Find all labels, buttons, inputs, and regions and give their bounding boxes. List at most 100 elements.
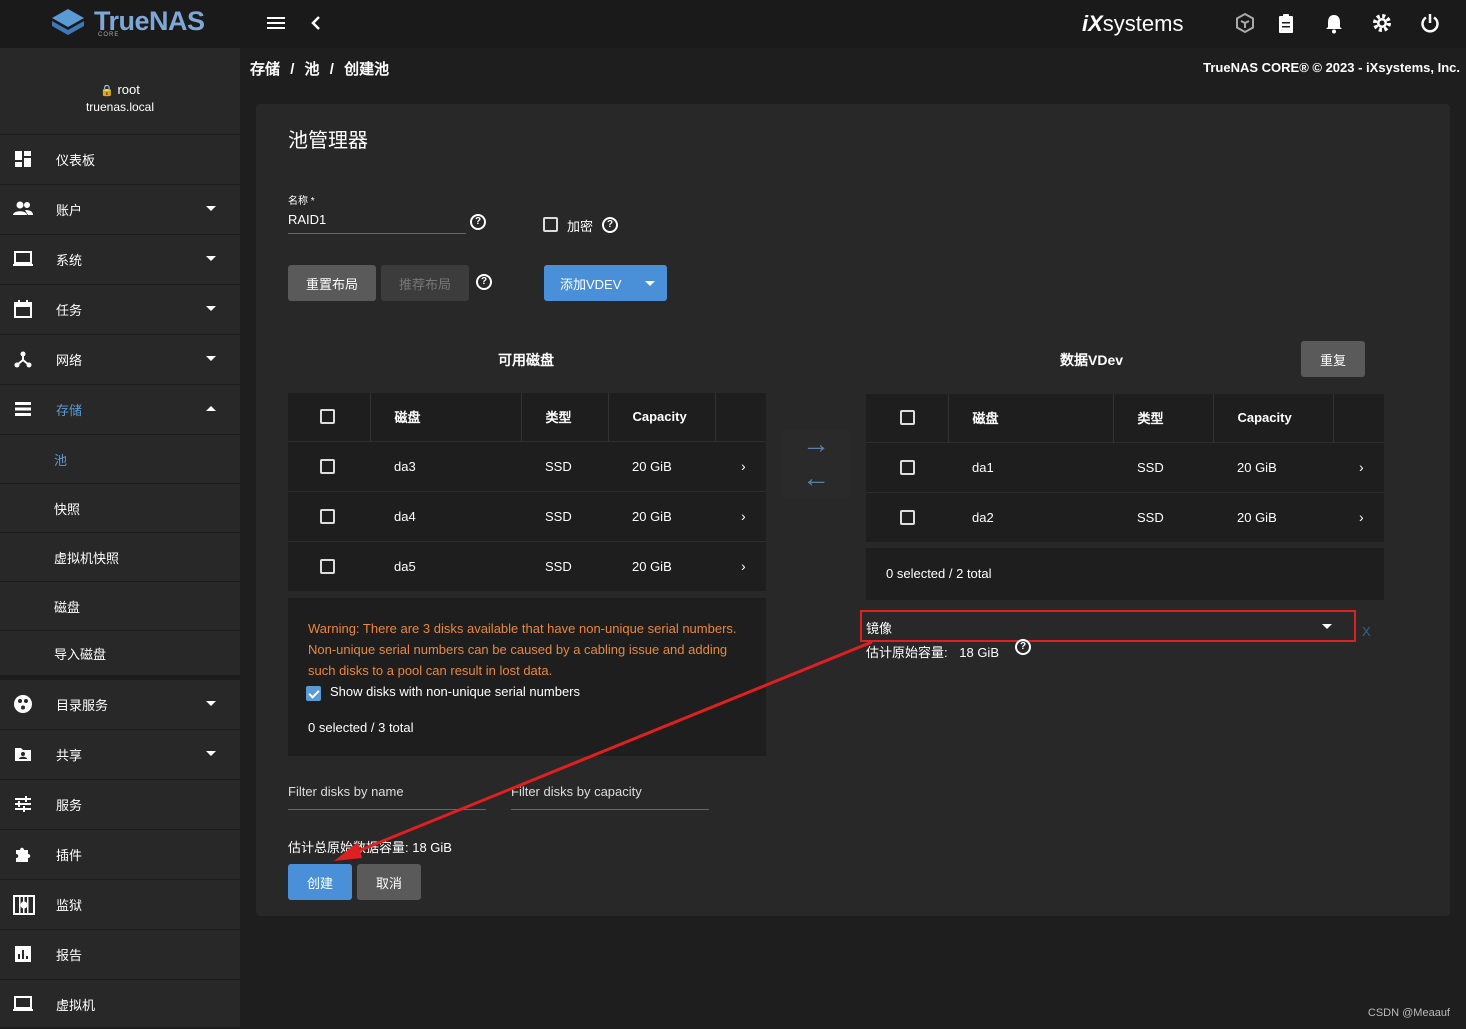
copyright: TrueNAS CORE® © 2023 - iXsystems, Inc. — [1203, 60, 1460, 75]
sidebar-subitem-pools[interactable]: 池 — [0, 434, 240, 483]
column-header-capacity[interactable]: Capacity — [1213, 394, 1333, 442]
chevron-right-icon[interactable]: › — [1359, 509, 1364, 525]
row-checkbox[interactable] — [320, 559, 335, 574]
chevron-right-icon[interactable]: › — [1359, 459, 1364, 475]
storage-icon — [12, 399, 34, 421]
row-checkbox[interactable] — [320, 509, 335, 524]
help-icon[interactable]: ? — [476, 274, 492, 290]
sidebar-item-network[interactable]: 网络 — [0, 334, 240, 384]
chart-icon — [12, 944, 34, 966]
sidebar-subitem-import-disk[interactable]: 导入磁盘 — [0, 630, 240, 679]
vdev-type-select[interactable]: 镜像 — [860, 610, 1356, 642]
add-vdev-button[interactable]: 添加VDEV — [544, 265, 667, 301]
bell-icon[interactable] — [1322, 12, 1346, 36]
row-checkbox[interactable] — [900, 460, 915, 475]
table-row[interactable]: da5 SSD 20 GiB › — [288, 541, 766, 591]
truecommand-icon[interactable] — [1233, 12, 1257, 36]
suggest-layout-button[interactable]: 推荐布局 — [381, 265, 469, 301]
transfer-controls: → ← — [782, 430, 850, 498]
chevron-down-icon — [206, 751, 216, 756]
disk-type: SSD — [1113, 492, 1213, 542]
table-row[interactable]: da1 SSD 20 GiB › — [866, 442, 1384, 492]
filter-by-name-input[interactable]: Filter disks by name — [288, 784, 486, 810]
arrow-right-icon[interactable]: → — [802, 428, 830, 460]
jail-icon — [12, 894, 34, 916]
sidebar-item-label: 存储 — [56, 400, 82, 419]
sidebar-item-label: 报告 — [56, 945, 82, 964]
sidebar-item-system[interactable]: 系统 — [0, 234, 240, 284]
gear-icon[interactable] — [1370, 12, 1394, 36]
disk-type: SSD — [521, 441, 608, 491]
sidebar-item-sharing[interactable]: 共享 — [0, 729, 240, 779]
help-icon[interactable]: ? — [1015, 639, 1031, 655]
help-icon[interactable]: ? — [602, 217, 618, 233]
breadcrumb-pools[interactable]: 池 — [305, 61, 320, 78]
help-icon[interactable]: ? — [470, 214, 486, 230]
sidebar-item-jails[interactable]: 监狱 — [0, 879, 240, 929]
chevron-right-icon[interactable]: › — [741, 458, 746, 474]
chevron-right-icon[interactable]: › — [741, 558, 746, 574]
network-icon — [12, 349, 34, 371]
breadcrumb-separator: / — [330, 61, 334, 78]
pool-name-input[interactable]: RAID1 — [288, 208, 466, 234]
select-all-checkbox[interactable] — [900, 410, 915, 425]
disk-capacity: 20 GiB — [608, 541, 715, 591]
sidebar-item-vms[interactable]: 虚拟机 — [0, 979, 240, 1029]
user-name: root — [117, 82, 139, 97]
repeat-button[interactable]: 重复 — [1301, 341, 1365, 377]
table-row[interactable]: da3 SSD 20 GiB › — [288, 441, 766, 491]
sidebar-item-reporting[interactable]: 报告 — [0, 929, 240, 979]
sidebar-subitem-snapshots[interactable]: 快照 — [0, 483, 240, 532]
disk-type: SSD — [521, 541, 608, 591]
disk-name: da1 — [948, 442, 1113, 492]
select-all-checkbox[interactable] — [320, 409, 335, 424]
show-nonunique-label: Show disks with non-unique serial number… — [330, 684, 580, 699]
remove-vdev-button[interactable]: X — [1362, 624, 1371, 639]
sidebar-item-dashboard[interactable]: 仪表板 — [0, 134, 240, 184]
column-header-disk[interactable]: 磁盘 — [948, 394, 1113, 442]
column-header-type[interactable]: 类型 — [521, 393, 608, 441]
encryption-checkbox[interactable] — [543, 217, 558, 232]
breadcrumb-create-pool: 创建池 — [344, 61, 389, 78]
sidebar-item-plugins[interactable]: 插件 — [0, 829, 240, 879]
row-checkbox[interactable] — [320, 459, 335, 474]
create-button[interactable]: 创建 — [288, 864, 352, 900]
sidebar-item-tasks[interactable]: 任务 — [0, 284, 240, 334]
column-header-disk[interactable]: 磁盘 — [370, 393, 521, 441]
puzzle-icon — [12, 844, 34, 866]
power-icon[interactable] — [1418, 12, 1442, 36]
name-label: 名称 * — [288, 192, 315, 207]
cancel-button[interactable]: 取消 — [357, 864, 421, 900]
table-row[interactable]: da4 SSD 20 GiB › — [288, 491, 766, 541]
disk-capacity: 20 GiB — [1213, 492, 1333, 542]
sidebar-item-services[interactable]: 服务 — [0, 779, 240, 829]
chevron-down-icon — [206, 306, 216, 311]
disk-name: da4 — [370, 491, 521, 541]
menu-icon[interactable] — [264, 12, 288, 36]
chevron-left-icon[interactable] — [304, 12, 328, 36]
truenas-logo[interactable]: TrueNAS — [48, 6, 205, 37]
breadcrumb-storage[interactable]: 存储 — [250, 61, 280, 78]
reset-layout-button[interactable]: 重置布局 — [288, 265, 376, 301]
column-header-capacity[interactable]: Capacity — [608, 393, 715, 441]
sidebar-subitem-vm-snapshots[interactable]: 虚拟机快照 — [0, 532, 240, 581]
arrow-left-icon[interactable]: ← — [802, 462, 830, 494]
disk-capacity: 20 GiB — [608, 491, 715, 541]
sidebar-item-directory-services[interactable]: 目录服务 — [0, 679, 240, 729]
sidebar-item-label: 网络 — [56, 350, 82, 369]
chevron-right-icon[interactable]: › — [741, 508, 746, 524]
row-checkbox[interactable] — [900, 510, 915, 525]
chevron-down-icon[interactable] — [645, 281, 655, 286]
sidebar-item-storage[interactable]: 存储 — [0, 384, 240, 434]
sidebar-subitem-disks[interactable]: 磁盘 — [0, 581, 240, 630]
show-nonunique-checkbox[interactable] — [306, 686, 321, 701]
filter-by-capacity-placeholder: Filter disks by capacity — [511, 784, 642, 799]
sidebar-item-accounts[interactable]: 账户 — [0, 184, 240, 234]
vdev-disks-table: 磁盘 类型 Capacity da1 SSD 20 GiB › da2 SSD … — [866, 394, 1384, 542]
column-header-type[interactable]: 类型 — [1113, 394, 1213, 442]
estimated-raw-value: 18 GiB — [959, 645, 999, 660]
encryption-label: 加密 — [567, 216, 593, 235]
filter-by-capacity-input[interactable]: Filter disks by capacity — [511, 784, 709, 810]
clipboard-icon[interactable] — [1274, 12, 1298, 36]
table-row[interactable]: da2 SSD 20 GiB › — [866, 492, 1384, 542]
